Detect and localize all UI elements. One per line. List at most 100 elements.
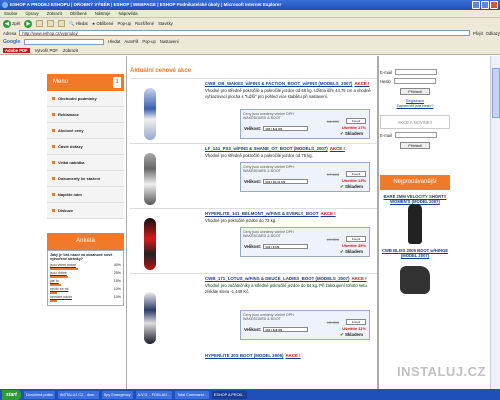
taskbar-item[interactable]: Doručená pošta	[23, 390, 55, 399]
favorites-button[interactable]: ★ Oblíbené	[92, 21, 114, 26]
buy-button[interactable]: Koupit	[346, 171, 366, 177]
buy-button[interactable]: Koupit	[346, 319, 366, 325]
section-title: Aktuální cenové akce	[130, 68, 192, 74]
product-name-link[interactable]: LF_141_PS3_w/FINS & SHANE_OT_BOOT (MODEL…	[205, 146, 345, 151]
search-button[interactable]: 🔍 Hledat	[69, 21, 87, 27]
google-toolbar: Google Hledat AutoFill Pop-up Nastavení	[0, 37, 500, 46]
sidebar-item-terms[interactable]: Obchodní podmínky	[47, 91, 124, 107]
poll-bar	[50, 300, 58, 302]
product-image[interactable]	[136, 84, 166, 142]
forward-button[interactable]: ▶	[24, 19, 33, 28]
menu-file[interactable]: Soubor	[4, 10, 18, 17]
menu-help[interactable]: Nápověda	[119, 10, 138, 17]
go-button[interactable]: Přejít	[473, 31, 483, 36]
poll-bar	[50, 292, 58, 294]
product-name-link[interactable]: HYPERLITE 30S BOOT (MODEL 2006) AKCE !	[205, 353, 453, 358]
address-input[interactable]: http://www.eshop.cz/vyprodej/	[19, 30, 471, 36]
google-logo: Google	[3, 38, 21, 45]
poll-option[interactable]: jsou dobré 25%	[50, 271, 121, 275]
column-divider	[126, 56, 127, 389]
vertical-scrollbar[interactable]	[490, 56, 500, 389]
sidebar-item-contact[interactable]: Napište nám	[47, 187, 124, 203]
product-name-link[interactable]: HYPERLITE_141_BELMONT_w/FINS & EVERLY_BO…	[205, 211, 336, 216]
product-image[interactable]	[136, 149, 166, 207]
start-button[interactable]: start	[2, 389, 21, 400]
poll: Jaký je Váš názor na obsahově nově vytvo…	[47, 250, 124, 306]
buy-button[interactable]: Koupit	[346, 118, 366, 124]
newsletter-email-input[interactable]	[394, 132, 437, 138]
product-card: CWB_171_LOTUS_w/FINS & DEUCE_LADIES_BOOT…	[130, 273, 378, 353]
taskbar-item-active[interactable]: ESHOP A PROD...	[211, 390, 248, 399]
sidebar-item-sale-prices[interactable]: Akciové ceny	[47, 123, 124, 139]
adobe-pdf-button[interactable]: Adobe PDF	[3, 47, 30, 53]
close-button[interactable]	[490, 1, 498, 9]
menu-edit[interactable]: Úpravy	[26, 10, 39, 17]
sidebar-item-discussion[interactable]: Diskuze	[47, 203, 124, 219]
menu-tools[interactable]: Nástroje	[95, 10, 111, 17]
product-image[interactable]	[390, 258, 440, 298]
wakeboard-icon	[144, 218, 156, 270]
newsletter-email-row: E-mail	[380, 132, 450, 138]
buy-button[interactable]: Koupit	[346, 236, 366, 242]
window-titlebar: ESHOP A PRODEJ ESHOPU | DROBNÝ VÝBĚR | E…	[0, 0, 500, 10]
taskbar-item[interactable]: A.V.G. - FOKLAD...	[135, 390, 173, 399]
sidebar-item-complaints[interactable]: Reklamace	[47, 107, 124, 123]
poll-question: Jaký je Váš názor na obsahově nově vytvo…	[50, 253, 113, 261]
google-settings[interactable]: Nastavení	[160, 39, 179, 44]
google-popup[interactable]: Pop-up	[142, 39, 156, 44]
sidebar-item-faq[interactable]: Časté dotazy	[47, 139, 124, 155]
maximize-button[interactable]	[481, 1, 489, 9]
product-name-link[interactable]: CWB_171_LOTUS_w/FINS & DEUCE_LADIES_BOOT…	[205, 276, 367, 281]
taskbar-item[interactable]: Total Command...	[175, 390, 209, 399]
newsletter-submit-button[interactable]: Přihlásit	[400, 142, 430, 149]
product-description: Vhodné pro začátečníky a středně pokroči…	[205, 283, 367, 294]
menu-view[interactable]: Zobrazit	[47, 10, 62, 17]
poll-option[interactable]: jde to 15%	[50, 279, 121, 283]
price-box: Ceny jsou uvedeny včetně DPH WAKEBOARD &…	[240, 227, 370, 257]
back-button[interactable]: ◀ Zpět	[3, 19, 20, 28]
toolbar-item-popup[interactable]: Pop-up	[117, 21, 131, 26]
taskbar-item[interactable]: Spy Emergency	[101, 390, 133, 399]
view-pdf-button[interactable]: Zobrazit	[63, 48, 78, 53]
forgot-password-link[interactable]: Zapomněli jste heslo?	[380, 104, 450, 109]
product-card: HYPERLITE_141_BELMONT_w/FINS & EVERLY_BO…	[130, 208, 378, 273]
price-box: Ceny jsou uvedeny včetně DPH WAKEBOARD &…	[240, 162, 370, 192]
links-label[interactable]: Odkazy	[486, 31, 500, 36]
product-name-link[interactable]: CWB_OB_WAKES_w/FINS & FACTION_BOOT_w/FIN…	[205, 81, 369, 86]
menu-badge-icon: 1	[113, 77, 121, 88]
size-selector: Velikost: 131 / 6-8 US	[244, 327, 309, 333]
product-image[interactable]	[136, 214, 166, 272]
login-password-input[interactable]	[393, 78, 436, 84]
bestseller-item[interactable]: CWB BLISS 2005 BOOT w/HINGE (MODEL 2007)	[380, 248, 450, 298]
poll-option[interactable]: nemám názor 10%	[50, 295, 121, 299]
create-pdf-button[interactable]: Vytvořit PDF	[35, 48, 58, 53]
home-icon[interactable]	[58, 20, 66, 27]
login-password-row: Heslo	[380, 78, 450, 84]
minimize-button[interactable]	[472, 1, 480, 9]
google-search-button[interactable]: Hledat	[108, 39, 120, 44]
boot-icon	[400, 266, 430, 294]
stop-icon[interactable]	[36, 20, 44, 27]
poll-option[interactable]: nelíbí se mi 10%	[50, 287, 121, 291]
scrollbar-thumb[interactable]	[492, 68, 500, 118]
sidebar-item-downloads[interactable]: Dokumenty ke stažení	[47, 171, 124, 187]
menu-favorites[interactable]: Oblíbené	[70, 10, 87, 17]
toolbar-item-status[interactable]: Stavitky	[158, 21, 173, 26]
sidebar-item-big-offer[interactable]: Velká nabídka	[47, 155, 124, 171]
wakeboard-icon	[144, 292, 156, 344]
product-image[interactable]	[136, 288, 166, 346]
toolbar-item-extended[interactable]: Rozšířené	[135, 21, 154, 26]
taskbar-item[interactable]: INSTALUJ.CZ - dow...	[57, 390, 99, 399]
refresh-icon[interactable]	[47, 20, 55, 27]
google-autofill[interactable]: AutoFill	[124, 39, 138, 44]
window-title: ESHOP A PRODEJ ESHOPU | DROBNÝ VÝBĚR | E…	[10, 2, 282, 7]
product-image[interactable]	[390, 204, 440, 244]
bestseller-item[interactable]: BARE 2MM VELOCITY SHORTY WOMEN'S (MODEL …	[380, 194, 450, 244]
product-description: Vhodné pro pokročilé jezdce do 73 kg.	[205, 218, 277, 223]
product-card: CWB_OB_WAKES_w/FINS & FACTION_BOOT_w/FIN…	[130, 78, 378, 143]
login-button[interactable]: Přihlásit	[400, 88, 430, 95]
login-email-input[interactable]	[394, 69, 437, 75]
poll-option[interactable]: jsou velmi dobré 40%	[50, 263, 121, 267]
google-search-input[interactable]	[24, 38, 105, 45]
news-signup-banner: AKCE A NOVINKY	[380, 115, 450, 129]
